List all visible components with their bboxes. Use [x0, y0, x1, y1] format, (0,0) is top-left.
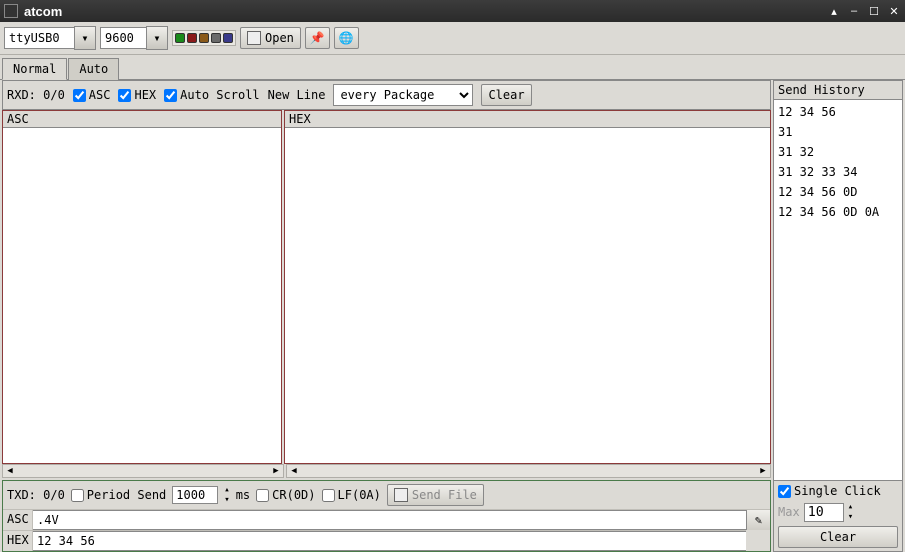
newline-select[interactable]: every Package: [333, 84, 473, 106]
color-palette: [172, 30, 236, 46]
send-icon: ✎: [755, 513, 762, 527]
tab-auto[interactable]: Auto: [68, 58, 119, 80]
history-item[interactable]: 12 34 56 0D 0A: [778, 202, 898, 222]
tx-send-button[interactable]: ✎: [746, 510, 770, 530]
baud-dropdown[interactable]: ▾: [146, 26, 168, 50]
rx-bar: RXD: 0/0 ASC HEX Auto Scroll New Line ev…: [2, 80, 771, 110]
app-icon: [4, 4, 18, 18]
toolbar: ▾ ▾ Open 📌 🌐: [0, 22, 905, 55]
scroll-right-icon[interactable]: ▶: [757, 465, 769, 477]
history-controls: Single Click Max ▴▾ Clear: [773, 481, 903, 552]
autoscroll-checkbox[interactable]: Auto Scroll: [164, 88, 259, 102]
cr-checkbox[interactable]: CR(0D): [256, 488, 315, 502]
open-icon: [247, 31, 261, 45]
open-label: Open: [265, 31, 294, 45]
color-swatch[interactable]: [223, 33, 233, 43]
history-item[interactable]: 31 32 33 34: [778, 162, 898, 182]
lf-checkbox[interactable]: LF(0A): [322, 488, 381, 502]
scroll-right-icon[interactable]: ▶: [270, 465, 282, 477]
history-item[interactable]: 31: [778, 122, 898, 142]
history-header: Send History: [773, 80, 903, 100]
color-swatch[interactable]: [199, 33, 209, 43]
color-swatch[interactable]: [175, 33, 185, 43]
scroll-left-icon[interactable]: ◀: [288, 465, 300, 477]
max-input[interactable]: [804, 503, 844, 522]
baud-input[interactable]: [100, 27, 146, 49]
port-combo[interactable]: ▾: [4, 26, 96, 50]
port-dropdown[interactable]: ▾: [74, 26, 96, 50]
tab-normal[interactable]: Normal: [2, 58, 67, 80]
asc-body[interactable]: [3, 128, 281, 463]
pin-button[interactable]: 📌: [305, 27, 330, 49]
open-button[interactable]: Open: [240, 27, 301, 49]
tab-row: Normal Auto: [0, 55, 905, 80]
max-label: Max: [778, 505, 800, 519]
lf-checkbox-input[interactable]: [322, 489, 335, 502]
hex-pane: HEX: [284, 110, 771, 464]
period-checkbox[interactable]: Period Send: [71, 488, 166, 502]
tx-asc-input[interactable]: [33, 510, 746, 530]
tx-hex-row: HEX: [3, 530, 746, 551]
tx-area: TXD: 0/0 Period Send ▴▾ ms CR(0D) LF(0A): [2, 480, 771, 552]
asc-pane: ASC: [2, 110, 282, 464]
globe-button[interactable]: 🌐: [334, 27, 359, 49]
hex-checkbox-input[interactable]: [118, 89, 131, 102]
baud-combo[interactable]: ▾: [100, 26, 168, 50]
rollup-button[interactable]: ▴: [827, 4, 841, 18]
asc-checkbox-input[interactable]: [73, 89, 86, 102]
history-item[interactable]: 12 34 56: [778, 102, 898, 122]
tx-asc-row: ASC ✎: [3, 509, 770, 530]
newline-label: New Line: [268, 88, 326, 102]
history-item[interactable]: 31 32: [778, 142, 898, 162]
autoscroll-checkbox-input[interactable]: [164, 89, 177, 102]
hex-body[interactable]: [285, 128, 770, 463]
hex-checkbox[interactable]: HEX: [118, 88, 156, 102]
file-icon: [394, 488, 408, 502]
rx-clear-button[interactable]: Clear: [481, 84, 531, 106]
txd-label: TXD: 0/0: [7, 488, 65, 502]
tx-bar: TXD: 0/0 Period Send ▴▾ ms CR(0D) LF(0A): [3, 481, 770, 509]
period-input[interactable]: [172, 486, 218, 504]
max-stepper[interactable]: ▴▾: [848, 502, 853, 522]
rxd-label: RXD: 0/0: [7, 88, 65, 102]
minimize-button[interactable]: –: [847, 4, 861, 18]
tx-hex-label: HEX: [3, 531, 33, 551]
color-swatch[interactable]: [187, 33, 197, 43]
port-input[interactable]: [4, 27, 74, 49]
period-unit: ms: [236, 488, 250, 502]
color-swatch[interactable]: [211, 33, 221, 43]
history-item[interactable]: 12 34 56 0D: [778, 182, 898, 202]
cr-checkbox-input[interactable]: [256, 489, 269, 502]
scroll-left-icon[interactable]: ◀: [4, 465, 16, 477]
tx-asc-label: ASC: [3, 510, 33, 530]
asc-checkbox[interactable]: ASC: [73, 88, 111, 102]
globe-icon: 🌐: [339, 31, 354, 45]
tx-hex-input[interactable]: [33, 531, 746, 551]
single-click-checkbox[interactable]: Single Click: [778, 484, 898, 498]
close-button[interactable]: ✕: [887, 4, 901, 18]
titlebar: atcom ▴ – ☐ ✕: [0, 0, 905, 22]
history-list: 12 34 56 31 31 32 31 32 33 34 12 34 56 0…: [773, 100, 903, 481]
period-checkbox-input[interactable]: [71, 489, 84, 502]
pin-icon: 📌: [310, 31, 325, 45]
asc-scrollbar[interactable]: ◀ ▶: [2, 464, 284, 478]
asc-header: ASC: [3, 111, 281, 128]
single-click-checkbox-input[interactable]: [778, 485, 791, 498]
hex-header: HEX: [285, 111, 770, 128]
hex-scrollbar[interactable]: ◀ ▶: [286, 464, 771, 478]
send-file-button[interactable]: Send File: [387, 484, 484, 506]
history-clear-button[interactable]: Clear: [778, 526, 898, 548]
period-stepper[interactable]: ▴▾: [224, 485, 229, 505]
window-title: atcom: [24, 4, 821, 19]
maximize-button[interactable]: ☐: [867, 4, 881, 18]
